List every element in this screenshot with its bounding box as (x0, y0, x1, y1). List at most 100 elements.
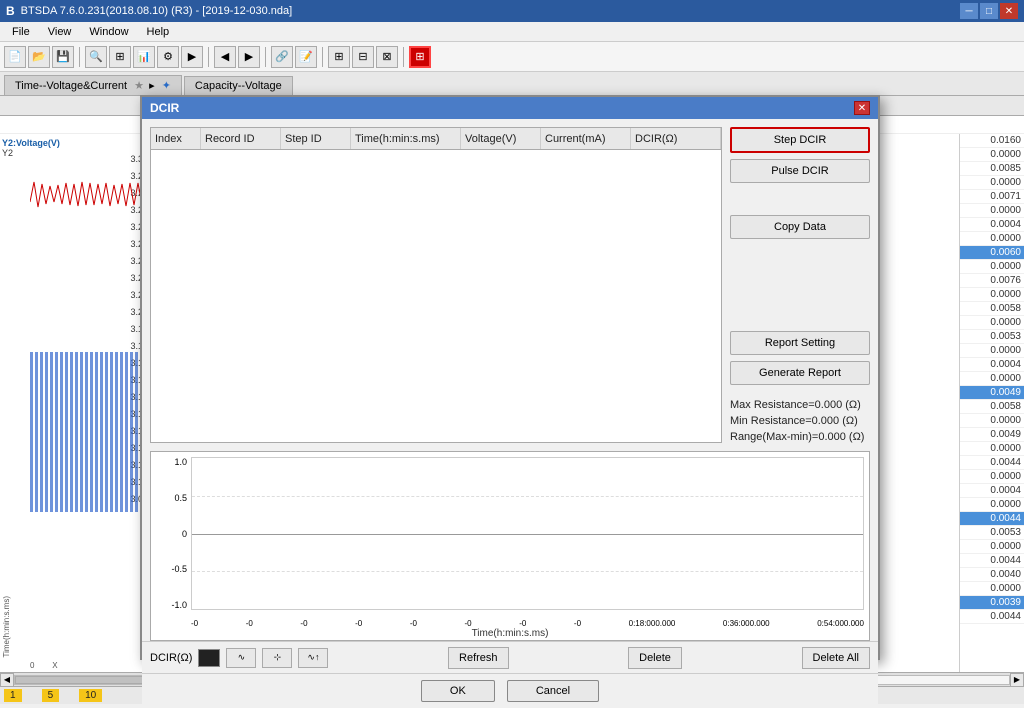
right-col-cell: 0.0053 (960, 330, 1024, 344)
right-col-cell: 0.0000 (960, 344, 1024, 358)
right-col-cell: 0.0044 (960, 512, 1024, 526)
table-header: Index Record ID Step ID Time(h:min:s.ms)… (151, 128, 721, 150)
zero-line (192, 534, 863, 535)
tb-filter[interactable]: ⊞ (109, 46, 131, 68)
right-col-cell: 0.0039 (960, 596, 1024, 610)
tb-sep2 (208, 47, 209, 67)
delete-btn[interactable]: Delete (628, 647, 682, 669)
th-dcir: DCIR(Ω) (631, 128, 721, 149)
tb-sep4 (322, 47, 323, 67)
close-button[interactable]: ✕ (1000, 3, 1018, 19)
tab-bar: Time--Voltage&Current ★ ▸ ✦ Capacity--Vo… (0, 72, 1024, 96)
right-col-cell: 0.0004 (960, 358, 1024, 372)
right-col-cell: 0.0071 (960, 190, 1024, 204)
stats-section: Max Resistance=0.000 (Ω) Min Resistance=… (730, 399, 870, 443)
table-body (151, 150, 721, 442)
tab-time-voltage[interactable]: Time--Voltage&Current ★ ▸ ✦ (4, 75, 182, 95)
tb-config[interactable]: ⚙ (157, 46, 179, 68)
tb-save[interactable]: 💾 (52, 46, 74, 68)
right-col-cell: 0.0040 (960, 568, 1024, 582)
right-panel: Step DCIR Pulse DCIR Copy Data Report Se… (730, 127, 870, 443)
maximize-button[interactable]: □ (980, 3, 998, 19)
tb-chart[interactable]: 📊 (133, 46, 155, 68)
right-col-cell: 0.0044 (960, 456, 1024, 470)
tb-active-func[interactable]: ⊞ (409, 46, 431, 68)
page-nav-5[interactable]: 5 (42, 689, 60, 702)
right-values-col: 0.01600.00000.00850.00000.00710.00000.00… (959, 134, 1024, 672)
tb-export2[interactable]: ⊟ (352, 46, 374, 68)
spacer (730, 189, 870, 209)
right-col-cell: 0.0000 (960, 176, 1024, 190)
dialog-body: Index Record ID Step ID Time(h:min:s.ms)… (142, 119, 878, 451)
dialog-overlay: DCIR ✕ Index Record ID Step ID Time(h:mi… (0, 0, 1024, 708)
ok-btn[interactable]: OK (421, 680, 495, 702)
tb-export3[interactable]: ⊠ (376, 46, 398, 68)
right-col-cell: 0.0160 (960, 134, 1024, 148)
menu-file[interactable]: File (4, 24, 38, 40)
y2-label: Y2:Voltage(V) (2, 138, 60, 148)
line-style-1[interactable]: ∿ (226, 648, 256, 668)
page-nav-1[interactable]: 1 (4, 689, 22, 702)
tb-sep5 (403, 47, 404, 67)
cancel-btn[interactable]: Cancel (507, 680, 599, 702)
dialog-close-btn[interactable]: ✕ (854, 101, 870, 115)
dialog-footer: OK Cancel (142, 673, 878, 708)
generate-report-btn[interactable]: Generate Report (730, 361, 870, 385)
tb-play[interactable]: ▶ (181, 46, 203, 68)
app-icon: B (6, 4, 15, 18)
th-time: Time(h:min:s.ms) (351, 128, 461, 149)
copy-data-btn[interactable]: Copy Data (730, 215, 870, 239)
menu-window[interactable]: Window (81, 24, 136, 40)
dcir-chart-area: 1.0 0.5 0 -0.5 -1.0 -0 -0 -0 -0 (150, 451, 870, 641)
x-axis-bottom: 0 X (30, 661, 58, 670)
refresh-btn[interactable]: Refresh (448, 647, 509, 669)
line-style-2[interactable]: ⊹ (262, 648, 292, 668)
right-col-cell: 0.0076 (960, 274, 1024, 288)
scroll-left-btn[interactable]: ◀ (0, 673, 14, 687)
chart-y-labels: 1.0 0.5 0 -0.5 -1.0 (151, 457, 189, 610)
tb-fwd[interactable]: ▶ (238, 46, 260, 68)
menu-view[interactable]: View (40, 24, 80, 40)
tb-sep3 (265, 47, 266, 67)
line-style-3[interactable]: ∿↑ (298, 648, 328, 668)
app-title: BTSDA 7.6.0.231(2018.08.10) (R3) - [2019… (21, 5, 293, 17)
right-col-cell: 0.0000 (960, 540, 1024, 554)
spacer2 (730, 245, 870, 325)
right-col-cell: 0.0000 (960, 148, 1024, 162)
tb-report[interactable]: 📝 (295, 46, 317, 68)
tb-open[interactable]: 📂 (28, 46, 50, 68)
right-col-cell: 0.0044 (960, 610, 1024, 624)
right-col-cell: 0.0000 (960, 498, 1024, 512)
tb-zoom[interactable]: 🔍 (85, 46, 107, 68)
right-col-cell: 0.0000 (960, 414, 1024, 428)
minimize-button[interactable]: ─ (960, 3, 978, 19)
dcir-table: Index Record ID Step ID Time(h:min:s.ms)… (150, 127, 722, 443)
page-nav-items: 1 5 10 (4, 689, 102, 702)
color-swatch[interactable] (198, 649, 220, 667)
page-nav-10[interactable]: 10 (79, 689, 102, 702)
x-axis-time-label: Time(h:min:s.ms) (2, 596, 11, 657)
range-stat: Range(Max-min)=0.000 (Ω) (730, 431, 870, 443)
right-col-cell: 0.0000 (960, 470, 1024, 484)
main-chart-svg (30, 152, 150, 532)
right-col-cell: 0.0004 (960, 484, 1024, 498)
report-setting-btn[interactable]: Report Setting (730, 331, 870, 355)
dialog-bottom-toolbar: DCIR(Ω) ∿ ⊹ ∿↑ Refresh Delete Delete All (142, 641, 878, 673)
chart-x-title: Time(h:min:s.ms) (472, 628, 549, 639)
tb-sep1 (79, 47, 80, 67)
step-dcir-btn[interactable]: Step DCIR (730, 127, 870, 153)
tb-export1[interactable]: ⊞ (328, 46, 350, 68)
tab-capacity-voltage[interactable]: Capacity--Voltage (184, 76, 293, 95)
pulse-dcir-btn[interactable]: Pulse DCIR (730, 159, 870, 183)
menu-help[interactable]: Help (139, 24, 178, 40)
tb-connect[interactable]: 🔗 (271, 46, 293, 68)
right-col-cell: 0.0004 (960, 218, 1024, 232)
delete-all-btn[interactable]: Delete All (802, 647, 870, 669)
th-voltage: Voltage(V) (461, 128, 541, 149)
scroll-right-btn[interactable]: ▶ (1010, 673, 1024, 687)
tb-new[interactable]: 📄 (4, 46, 26, 68)
right-col-cell: 0.0085 (960, 162, 1024, 176)
dcir-dialog: DCIR ✕ Index Record ID Step ID Time(h:mi… (140, 95, 880, 660)
th-index: Index (151, 128, 201, 149)
tb-back[interactable]: ◀ (214, 46, 236, 68)
